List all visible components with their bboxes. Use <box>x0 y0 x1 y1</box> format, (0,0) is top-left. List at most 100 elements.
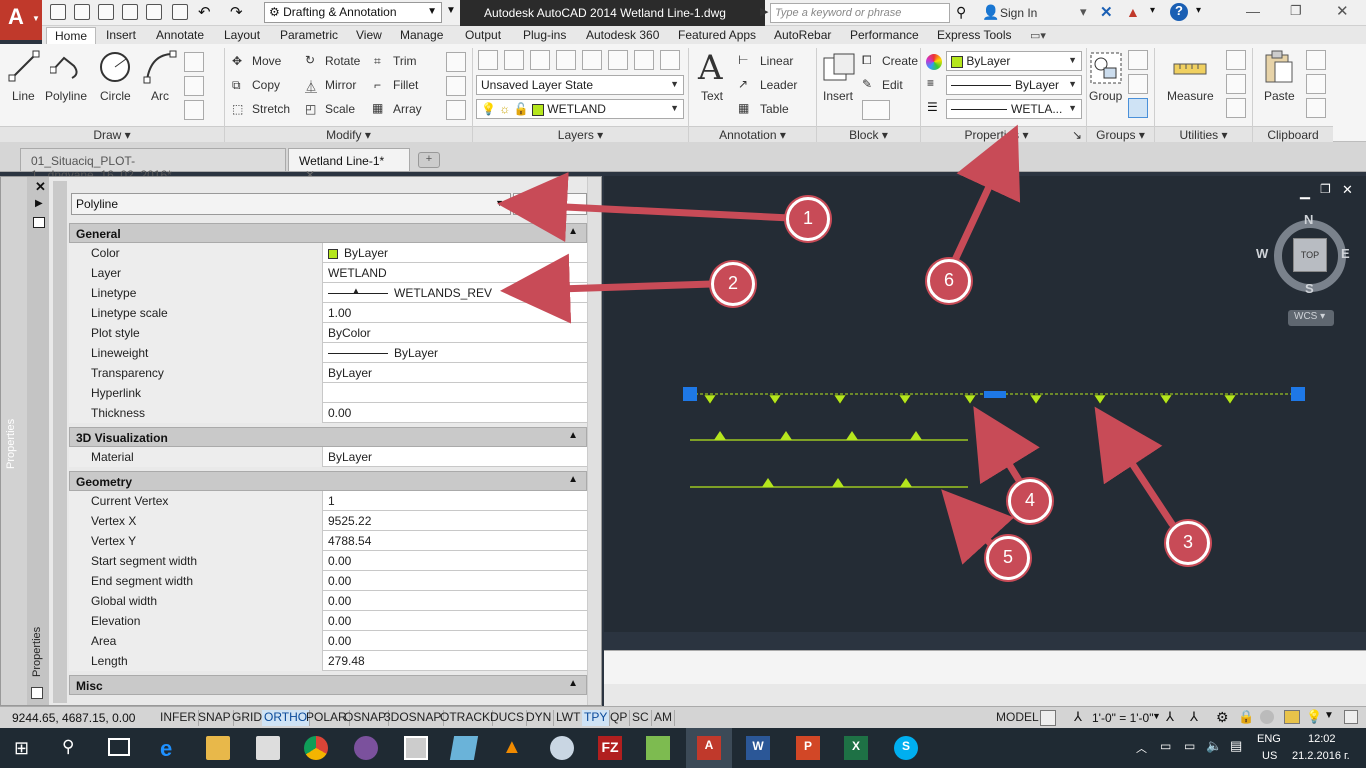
chevron-down-icon[interactable]: ▾ <box>1150 5 1155 16</box>
property-row[interactable]: Material ByLayer <box>69 447 587 467</box>
clock-time[interactable]: 12:02 <box>1308 733 1336 745</box>
insert-block-icon[interactable] <box>822 52 856 84</box>
object-type-dropdown[interactable]: Polyline ▼ <box>71 193 511 215</box>
edge-browser-icon[interactable]: e <box>160 736 184 761</box>
group-icon[interactable] <box>1090 52 1122 84</box>
tab-output[interactable]: Output <box>457 27 509 43</box>
property-row[interactable]: Length 279.48 <box>69 651 587 671</box>
property-row[interactable]: Lineweight ByLayer <box>69 343 587 363</box>
property-row[interactable]: Hyperlink <box>69 383 587 403</box>
circle-icon[interactable] <box>98 50 132 84</box>
wifi-icon[interactable]: ▭ <box>1184 739 1195 753</box>
tab-manage[interactable]: Manage <box>392 27 451 43</box>
text-icon[interactable]: A <box>698 48 723 88</box>
ungroup-icon[interactable] <box>1128 50 1148 70</box>
maximize-icon[interactable]: ❐ <box>1290 3 1302 19</box>
trim-button[interactable]: Trim <box>393 54 417 68</box>
calculator-app-icon[interactable] <box>404 736 428 760</box>
drawing-geometry[interactable] <box>604 176 1366 632</box>
autocad-taskbar-icon[interactable]: A <box>697 736 721 760</box>
modify-panel-title[interactable]: Modify ▾ <box>225 126 472 142</box>
match-icon[interactable] <box>1306 98 1326 118</box>
status-toggle-grid[interactable]: GRID <box>230 710 265 726</box>
property-value[interactable]: 279.48 <box>325 651 587 671</box>
property-row[interactable]: Global width 0.00 <box>69 591 587 611</box>
property-row[interactable]: Start segment width 0.00 <box>69 551 587 571</box>
property-value[interactable]: 1.00 <box>325 303 587 323</box>
palette-settings-icon[interactable] <box>31 687 43 699</box>
plot-icon[interactable] <box>172 4 188 20</box>
select-objects-icon[interactable] <box>539 193 561 215</box>
copy-button[interactable]: Copy <box>252 78 280 92</box>
new-tab-icon[interactable]: + <box>418 152 440 168</box>
rectangle-icon[interactable] <box>184 52 204 72</box>
palette-scrollbar[interactable] <box>587 177 601 705</box>
tab-home[interactable]: Home <box>46 27 97 45</box>
match-properties-icon[interactable] <box>926 54 942 70</box>
section-3d-visualization[interactable]: 3D Visualization ▲ <box>69 427 587 447</box>
layer-state-dropdown[interactable]: Unsaved Layer State ▼ <box>476 75 684 95</box>
property-value[interactable]: ByLayer <box>325 447 587 467</box>
help-icon[interactable]: ? <box>1170 3 1188 21</box>
hardware-acceleration-icon[interactable] <box>1260 710 1274 724</box>
measure-icon[interactable] <box>1172 54 1208 82</box>
circle-button[interactable]: Circle <box>100 89 131 103</box>
property-value[interactable]: 1 <box>325 491 587 511</box>
annotation-visibility-icon[interactable]: ⅄ <box>1166 709 1174 725</box>
chevron-down-icon[interactable]: ▼ <box>1152 711 1161 721</box>
gradient-icon[interactable] <box>184 100 204 120</box>
group-selection-icon[interactable] <box>1128 98 1148 118</box>
leader-button[interactable]: Leader <box>760 78 797 92</box>
paste-icon[interactable] <box>1264 50 1294 84</box>
color-dropdown[interactable]: ByLayer ▼ <box>946 51 1082 71</box>
language-indicator[interactable]: ENG <box>1257 733 1281 745</box>
property-row[interactable]: Layer WETLAND <box>69 263 587 283</box>
drawing-canvas[interactable]: ▁ ❐ ✕ TOP N S E W WCS ▾ <box>604 176 1366 632</box>
property-row[interactable]: Thickness 0.00 <box>69 403 587 423</box>
arc-button[interactable]: Arc <box>151 89 169 103</box>
create-button[interactable]: Create <box>882 54 918 68</box>
properties-menu-icon[interactable] <box>33 217 45 228</box>
tab-annotate[interactable]: Annotate <box>148 27 212 43</box>
auto-scale-icon[interactable]: ⅄ <box>1190 709 1198 725</box>
clean-screen-icon[interactable] <box>1344 710 1358 724</box>
skype-icon[interactable]: S <box>894 736 918 760</box>
erase-icon[interactable] <box>446 52 466 72</box>
mirror-button[interactable]: Mirror <box>325 78 356 92</box>
panel-launcher-icon[interactable]: ↘ <box>1072 128 1082 142</box>
paint-icon[interactable] <box>550 736 574 760</box>
undo-icon[interactable]: ↶ <box>198 3 211 21</box>
viber-icon[interactable] <box>354 736 378 760</box>
status-toggle-ducs[interactable]: DUCS <box>488 710 528 726</box>
property-row[interactable]: Vertex X 9525.22 <box>69 511 587 531</box>
annotation-scale-icon[interactable]: ⅄ <box>1074 709 1082 725</box>
tab-plug-ins[interactable]: Plug-ins <box>515 27 574 43</box>
chevron-up-icon[interactable]: ︿ <box>1136 740 1147 756</box>
property-row[interactable]: Linetype ▲ WETLANDS_REV <box>69 283 587 303</box>
layout-icon[interactable] <box>1040 710 1056 726</box>
autodesk-app-icon[interactable]: ▲ <box>1126 4 1140 20</box>
line-button[interactable]: Line <box>12 89 35 103</box>
section-misc[interactable]: Misc ▲ <box>69 675 587 695</box>
filezilla-icon[interactable]: FZ <box>598 736 622 760</box>
minimize-icon[interactable]: — <box>1246 3 1260 19</box>
array-button[interactable]: Array <box>393 102 422 116</box>
groups-panel-title[interactable]: Groups ▾ <box>1087 126 1154 142</box>
new-icon[interactable] <box>50 4 66 20</box>
sign-in-link[interactable]: Sign In <box>1000 6 1037 20</box>
lightbulb-icon[interactable]: 💡 <box>1306 709 1322 725</box>
property-row[interactable]: Area 0.00 <box>69 631 587 651</box>
layers-panel-title[interactable]: Layers ▾ <box>473 126 688 142</box>
close-icon[interactable]: ✕ <box>1336 2 1349 20</box>
document-tab-active[interactable]: Wetland Line-1* ✕ <box>288 148 410 182</box>
status-toggle-am[interactable]: AM <box>652 710 675 726</box>
ribbon-options-icon[interactable]: ▭▾ <box>1030 29 1046 42</box>
spreadsheet-app-icon[interactable] <box>646 736 670 760</box>
command-line[interactable] <box>604 650 1366 684</box>
section-general[interactable]: General ▲ <box>69 223 587 243</box>
tab-featured-apps[interactable]: Featured Apps <box>670 27 764 43</box>
property-value[interactable]: ByLayer <box>325 363 587 383</box>
status-toggle-ortho[interactable]: ORTHO <box>262 710 311 726</box>
save-icon[interactable] <box>98 4 114 20</box>
property-value[interactable] <box>325 383 587 403</box>
